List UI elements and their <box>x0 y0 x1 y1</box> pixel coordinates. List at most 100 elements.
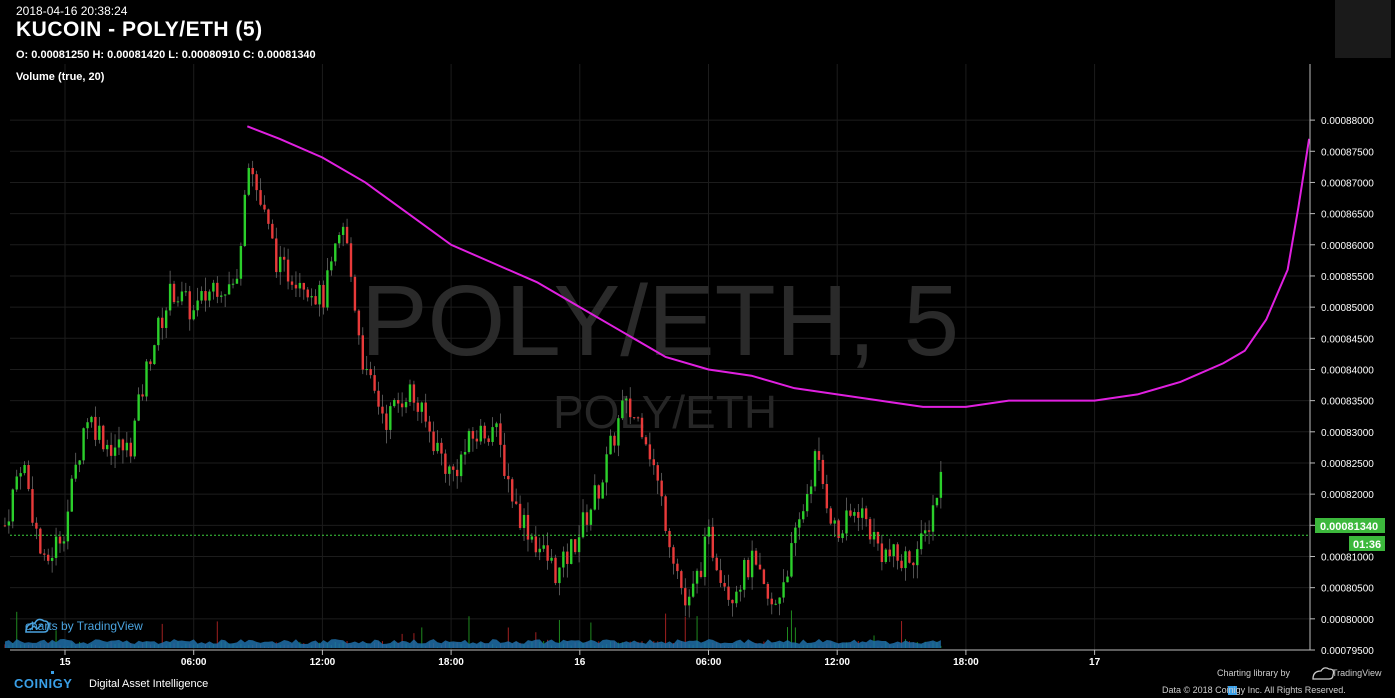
candle-body <box>94 416 97 440</box>
tradingview-name-link[interactable]: TradingView <box>1332 668 1382 678</box>
y-tick-label: 0.00087000 <box>1321 178 1374 189</box>
candle-body <box>912 562 915 566</box>
candle-body <box>161 317 164 328</box>
candle-body <box>656 465 659 481</box>
candle-body <box>868 519 872 540</box>
candle-body <box>212 282 215 292</box>
candle-body <box>369 369 372 376</box>
y-tick-label: 0.00085000 <box>1321 303 1374 314</box>
candle-body <box>137 394 140 421</box>
candle-body <box>164 310 168 328</box>
candle-body <box>554 557 557 584</box>
candle-body <box>829 508 832 524</box>
candle-body <box>15 476 18 490</box>
candle-body <box>522 514 526 528</box>
candle-body <box>393 400 396 407</box>
candle-body <box>74 464 77 479</box>
candle-body <box>786 576 789 583</box>
candle-body <box>471 430 475 439</box>
candle-body <box>723 582 726 587</box>
candle-body <box>636 417 640 419</box>
candle-body <box>39 528 42 554</box>
candle-body <box>314 296 317 305</box>
candle-body <box>381 406 384 414</box>
candle-body <box>499 423 502 445</box>
candle-body <box>888 549 891 557</box>
y-tick-label: 0.00087500 <box>1321 147 1374 158</box>
candle-body <box>703 536 707 577</box>
candle-body <box>479 425 482 442</box>
last-price-tag: 0.00081340 01:36 <box>1315 518 1385 551</box>
candle-body <box>235 278 239 284</box>
candle-body <box>141 394 144 397</box>
candle-body <box>389 406 392 430</box>
candle-body <box>223 294 227 296</box>
candle-body <box>680 571 683 589</box>
candle-body <box>699 570 703 577</box>
candle-body <box>208 291 211 301</box>
candle-body <box>220 295 223 297</box>
candle-body <box>790 543 793 577</box>
candle-body <box>880 543 884 562</box>
candle-body <box>31 489 34 523</box>
candle-body <box>864 508 868 520</box>
y-tick-label: 0.00083500 <box>1321 397 1374 408</box>
candle-body <box>483 425 486 439</box>
y-tick-label: 0.00084000 <box>1321 365 1374 376</box>
candle-body <box>294 284 298 289</box>
candle-body <box>345 226 349 244</box>
candle-body <box>459 454 463 477</box>
y-tick-label: 0.00081000 <box>1321 552 1374 563</box>
watermark-sub: POLY/ETH <box>553 386 777 438</box>
candle-body <box>467 430 471 452</box>
candle-body <box>227 284 231 295</box>
candle-body <box>271 223 274 239</box>
candle-body <box>857 512 860 518</box>
y-tick-label: 0.00083000 <box>1321 428 1374 439</box>
candle-body <box>78 460 81 465</box>
candle-body <box>416 402 420 412</box>
candle-body <box>715 557 718 571</box>
candle-body <box>550 557 553 561</box>
candle-body <box>778 597 781 604</box>
candle-body <box>86 422 89 429</box>
candle-body <box>573 539 577 553</box>
candle-body <box>243 194 247 246</box>
candle-body <box>632 417 636 419</box>
candle-body <box>432 431 435 452</box>
candle-body <box>306 289 309 298</box>
candle-body <box>275 238 278 273</box>
candle-body <box>35 522 38 529</box>
candle-body <box>585 512 589 525</box>
candle-body <box>82 428 85 461</box>
candle-body <box>361 335 364 370</box>
candle-body <box>774 603 777 605</box>
candle-body <box>105 444 109 450</box>
candle-body <box>809 486 813 495</box>
y-tick-label: 0.00084500 <box>1321 334 1374 345</box>
candle-body <box>782 582 785 598</box>
candle-body <box>813 451 817 487</box>
candle-body <box>601 482 604 499</box>
x-tick-label: 06:00 <box>696 657 722 668</box>
volume-legend[interactable]: Volume (true, 20) <box>16 71 104 83</box>
candle-body <box>157 317 160 346</box>
candle-body <box>534 536 538 553</box>
candle-body <box>566 551 569 564</box>
candle-body <box>625 398 628 401</box>
candle-body <box>802 511 805 520</box>
price-chart[interactable]: POLY/ETH, 5 POLY/ETH 0.00079500 0.0008000… <box>0 0 1395 698</box>
timestamp: 2018-04-16 20:38:24 <box>16 4 128 18</box>
candle-body <box>735 591 738 604</box>
candle-body <box>652 459 656 466</box>
candle-body <box>766 583 770 599</box>
candle-body <box>605 454 608 483</box>
candle-body <box>798 519 801 528</box>
candle-body <box>70 478 73 512</box>
candle-body <box>617 418 620 446</box>
candle-body <box>408 384 412 402</box>
candle-body <box>117 439 121 448</box>
tradingview-credit-link[interactable]: charts by TradingView <box>25 619 143 633</box>
candle-body <box>758 564 762 570</box>
candle-body <box>153 345 156 365</box>
